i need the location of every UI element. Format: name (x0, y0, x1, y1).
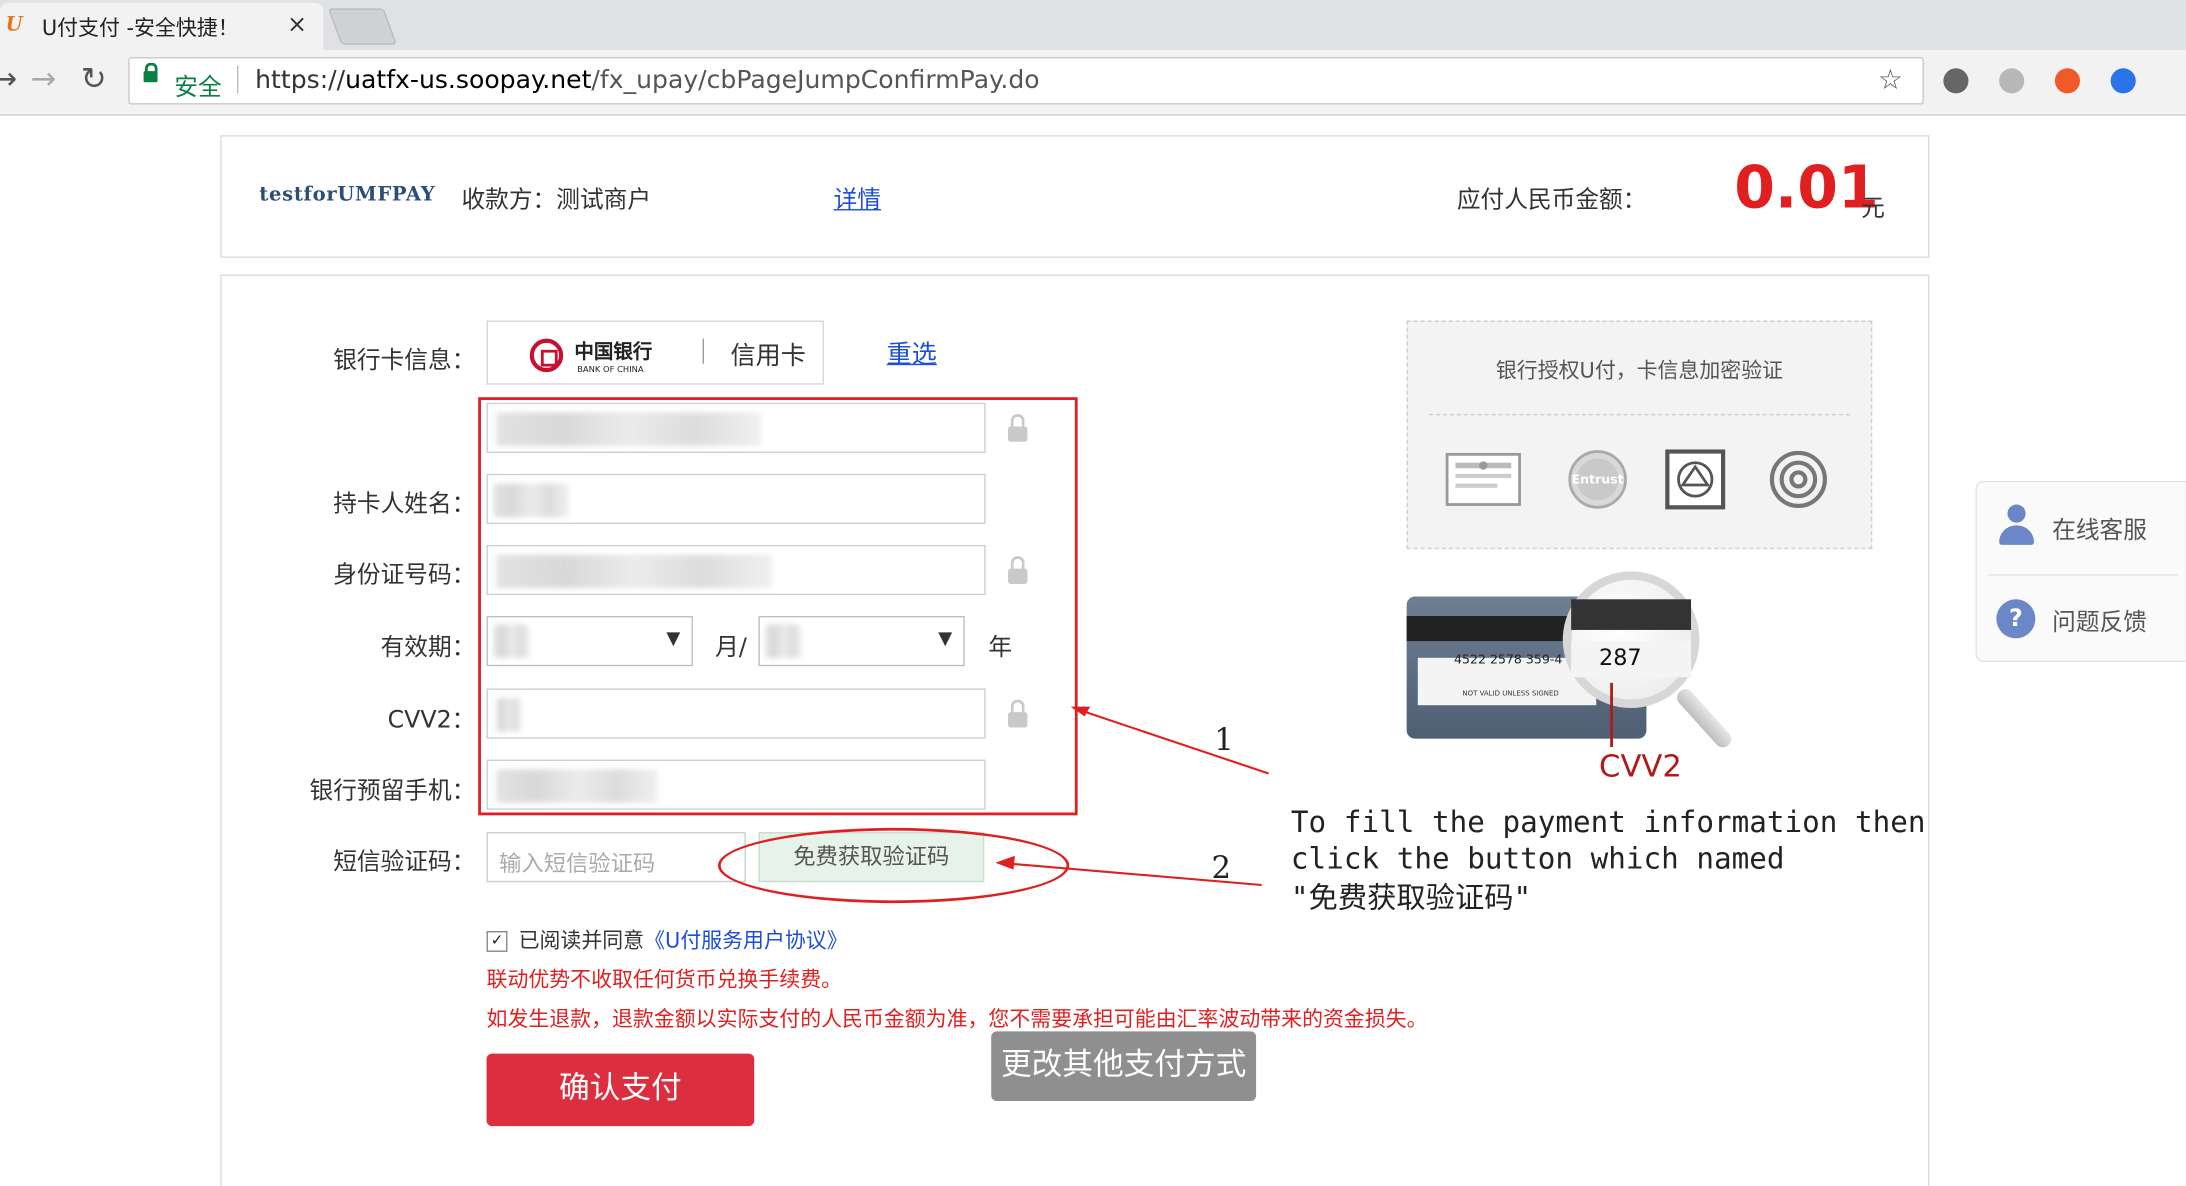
question-icon: ? (1996, 599, 2036, 639)
annotation-arrows (995, 706, 1269, 887)
online-service-button[interactable]: 在线客服 (1991, 493, 2179, 563)
feedback-label: 问题反馈 (2052, 609, 2147, 637)
annotation-arrow-1 (1073, 707, 1269, 775)
annotation-line-3: "免费获取验证码" (1290, 880, 1532, 915)
online-service-label: 在线客服 (2052, 517, 2147, 545)
annotation-line-1: To fill the payment information then (1290, 805, 1926, 840)
arrowhead-1 (1070, 706, 1091, 717)
annotation-marker-2: 2 (1211, 851, 1231, 887)
annotation-line-2: click the button which named (1290, 841, 1785, 876)
arrowhead-2 (995, 855, 1015, 870)
feedback-button[interactable]: ? 问题反馈 (1991, 585, 2179, 655)
screenshot-root: U U付支付 -安全快捷！ × → → ↻ 安全 https://uatfx-u… (0, 0, 2186, 1186)
annotation-marker-1: 1 (1214, 723, 1234, 759)
floating-help-sidebar: 在线客服 ? 问题反馈 (1975, 480, 2186, 663)
customer-service-icon (1996, 504, 2035, 547)
sidebar-divider (1987, 574, 2178, 576)
